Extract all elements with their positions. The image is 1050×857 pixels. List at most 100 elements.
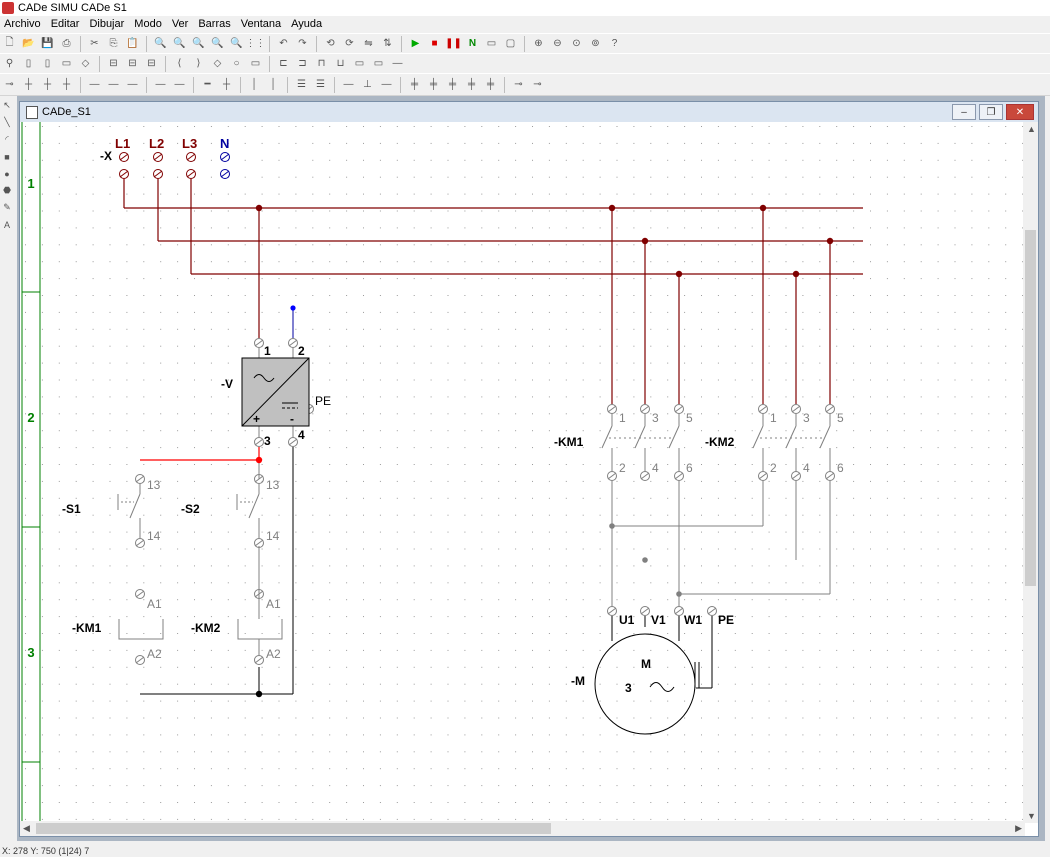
component-icon[interactable]: ⊟ bbox=[143, 56, 160, 71]
copy-icon[interactable]: ⎘ bbox=[105, 36, 122, 51]
stop-icon[interactable]: ■ bbox=[426, 36, 443, 51]
wire-icon[interactable]: ┼ bbox=[218, 77, 235, 92]
window-icon[interactable]: ▭ bbox=[483, 36, 500, 51]
component-icon[interactable]: ⚲ bbox=[1, 56, 18, 71]
zoom-out-icon[interactable]: ⊖ bbox=[549, 36, 566, 51]
horizontal-scroll-thumb[interactable] bbox=[36, 823, 551, 834]
vertical-scrollbar[interactable]: ▲ ▼ bbox=[1023, 122, 1038, 823]
scroll-left-icon[interactable]: ◀ bbox=[23, 823, 30, 834]
wire-icon[interactable]: ┼ bbox=[20, 77, 37, 92]
wire-icon[interactable]: ┼ bbox=[39, 77, 56, 92]
wire-icon[interactable]: — bbox=[171, 77, 188, 92]
find-icon[interactable]: 🔍 bbox=[152, 36, 169, 51]
schematic-svg[interactable]: 1 2 3 -X L1 L2 L3 N -V 1 2 3 4 PE + - -S… bbox=[20, 122, 1025, 823]
rotate-icon[interactable]: ⟳ bbox=[341, 36, 358, 51]
find-icon[interactable]: 🔍 bbox=[190, 36, 207, 51]
component-icon[interactable]: ⊓ bbox=[313, 56, 330, 71]
arc-icon[interactable]: ◜ bbox=[1, 132, 13, 147]
redo-icon[interactable]: ↷ bbox=[294, 36, 311, 51]
wire-icon[interactable]: ⊸ bbox=[510, 77, 527, 92]
component-icon[interactable]: ▭ bbox=[351, 56, 368, 71]
menu-ver[interactable]: Ver bbox=[168, 18, 195, 30]
component-icon[interactable]: ▭ bbox=[247, 56, 264, 71]
text-icon[interactable]: A bbox=[1, 217, 13, 232]
cut-icon[interactable]: ✂ bbox=[86, 36, 103, 51]
ellipse-icon[interactable]: ● bbox=[1, 166, 13, 181]
minimize-button[interactable]: – bbox=[952, 104, 976, 120]
wire-icon[interactable]: ⊸ bbox=[1, 77, 18, 92]
component-icon[interactable]: ⊟ bbox=[124, 56, 141, 71]
wire-icon[interactable]: — bbox=[378, 77, 395, 92]
print-icon[interactable]: ⎙ bbox=[58, 36, 75, 51]
wire-icon[interactable]: ━ bbox=[199, 77, 216, 92]
wire-icon[interactable]: ☰ bbox=[293, 77, 310, 92]
menu-modo[interactable]: Modo bbox=[130, 18, 168, 30]
find-icon[interactable]: 🔍 bbox=[209, 36, 226, 51]
find-icon[interactable]: 🔍 bbox=[228, 36, 245, 51]
net-icon[interactable]: N bbox=[464, 36, 481, 51]
component-icon[interactable]: ⟩ bbox=[190, 56, 207, 71]
wire-icon[interactable]: — bbox=[105, 77, 122, 92]
undo-icon[interactable]: ↶ bbox=[275, 36, 292, 51]
menu-barras[interactable]: Barras bbox=[194, 18, 236, 30]
play-icon[interactable]: ▶ bbox=[407, 36, 424, 51]
component-icon[interactable]: — bbox=[389, 56, 406, 71]
wire-icon[interactable]: — bbox=[152, 77, 169, 92]
component-icon[interactable]: ▯ bbox=[20, 56, 37, 71]
component-icon[interactable]: ⟨ bbox=[171, 56, 188, 71]
wire-icon[interactable]: ⊸ bbox=[529, 77, 546, 92]
fill-icon[interactable]: ⬣ bbox=[1, 183, 13, 198]
line-icon[interactable]: ╲ bbox=[1, 115, 13, 130]
component-icon[interactable]: ⊔ bbox=[332, 56, 349, 71]
wire-icon[interactable]: ☰ bbox=[312, 77, 329, 92]
menu-editar[interactable]: Editar bbox=[47, 18, 86, 30]
wire-icon[interactable]: — bbox=[86, 77, 103, 92]
component-icon[interactable]: ▭ bbox=[58, 56, 75, 71]
mirror-icon[interactable]: ⇅ bbox=[379, 36, 396, 51]
find-icon[interactable]: 🔍 bbox=[171, 36, 188, 51]
menu-dibujar[interactable]: Dibujar bbox=[85, 18, 130, 30]
component-icon[interactable]: ⊐ bbox=[294, 56, 311, 71]
zoom-all-icon[interactable]: ⊚ bbox=[587, 36, 604, 51]
scroll-up-icon[interactable]: ▲ bbox=[1027, 124, 1036, 134]
menu-archivo[interactable]: Archivo bbox=[0, 18, 47, 30]
wire-icon[interactable]: — bbox=[340, 77, 357, 92]
component-icon[interactable]: ○ bbox=[228, 56, 245, 71]
wire-icon[interactable]: ⊥ bbox=[359, 77, 376, 92]
mirror-icon[interactable]: ⇋ bbox=[360, 36, 377, 51]
menu-ayuda[interactable]: Ayuda bbox=[287, 18, 328, 30]
window-icon[interactable]: ▢ bbox=[502, 36, 519, 51]
horizontal-scrollbar[interactable]: ◀ ▶ bbox=[20, 821, 1025, 836]
wire-icon[interactable]: ╪ bbox=[463, 77, 480, 92]
wire-icon[interactable]: ╪ bbox=[406, 77, 423, 92]
rectangle-icon[interactable]: ■ bbox=[1, 149, 13, 164]
rotate-icon[interactable]: ⟲ bbox=[322, 36, 339, 51]
scroll-down-icon[interactable]: ▼ bbox=[1027, 811, 1036, 821]
restore-button[interactable]: ❐ bbox=[979, 104, 1003, 120]
schematic-canvas[interactable]: 1 2 3 -X L1 L2 L3 N -V 1 2 3 4 PE + - -S… bbox=[20, 122, 1025, 823]
pen-icon[interactable]: ✎ bbox=[1, 200, 13, 215]
vertical-scroll-thumb[interactable] bbox=[1025, 230, 1036, 586]
component-icon[interactable]: ◇ bbox=[209, 56, 226, 71]
component-icon[interactable]: ▭ bbox=[370, 56, 387, 71]
paste-icon[interactable]: 📋 bbox=[124, 36, 141, 51]
component-icon[interactable]: ▯ bbox=[39, 56, 56, 71]
scroll-right-icon[interactable]: ▶ bbox=[1015, 823, 1022, 834]
wire-icon[interactable]: ╪ bbox=[425, 77, 442, 92]
zoom-fit-icon[interactable]: ⊙ bbox=[568, 36, 585, 51]
pointer-icon[interactable]: ↖ bbox=[1, 98, 13, 113]
component-icon[interactable]: ⊟ bbox=[105, 56, 122, 71]
component-icon[interactable]: ◇ bbox=[77, 56, 94, 71]
new-icon[interactable]: 🗋 bbox=[1, 36, 18, 51]
save-icon[interactable]: 💾 bbox=[39, 36, 56, 51]
wire-icon[interactable]: │ bbox=[246, 77, 263, 92]
help-icon[interactable]: ? bbox=[606, 36, 623, 51]
close-button[interactable]: ✕ bbox=[1006, 104, 1034, 120]
open-icon[interactable]: 📂 bbox=[20, 36, 37, 51]
grid-icon[interactable]: ⋮⋮ bbox=[246, 36, 266, 51]
menu-ventana[interactable]: Ventana bbox=[237, 18, 287, 30]
wire-icon[interactable]: │ bbox=[265, 77, 282, 92]
wire-icon[interactable]: — bbox=[124, 77, 141, 92]
wire-icon[interactable]: ┼ bbox=[58, 77, 75, 92]
component-icon[interactable]: ⊏ bbox=[275, 56, 292, 71]
